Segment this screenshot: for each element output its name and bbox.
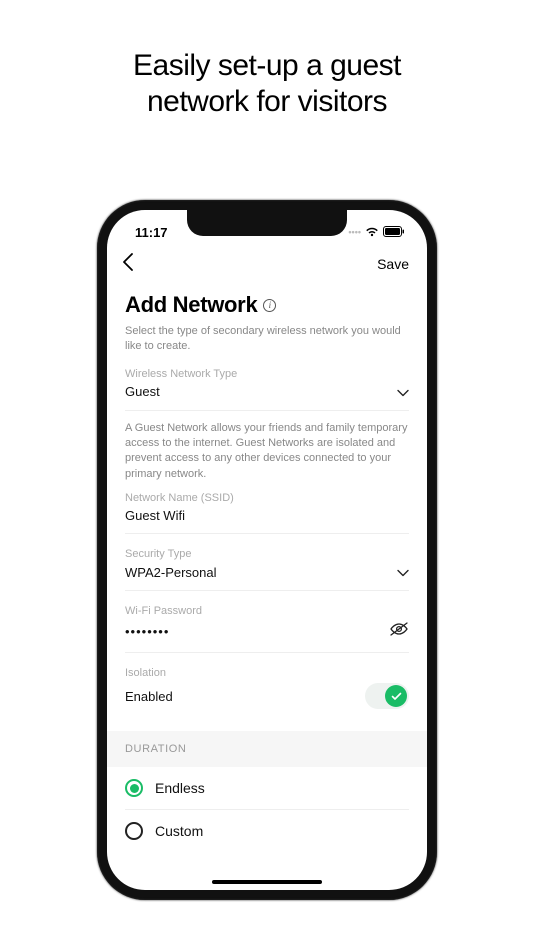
network-type-help: A Guest Network allows your friends and … <box>125 421 409 483</box>
network-type-value: Guest <box>125 384 160 399</box>
security-select[interactable]: WPA2-Personal <box>125 560 409 591</box>
security-label: Security Type <box>125 548 409 560</box>
promo-line-2: network for visitors <box>147 85 387 118</box>
password-input[interactable]: •••••••• <box>125 617 409 653</box>
toggle-knob <box>385 685 407 707</box>
phone-notch <box>187 210 347 236</box>
status-time: 11:17 <box>135 225 168 240</box>
signal-dots-icon: •••• <box>348 227 361 237</box>
back-button[interactable] <box>121 252 135 276</box>
security-value: WPA2-Personal <box>125 565 217 580</box>
duration-header: DURATION <box>107 731 427 767</box>
content: Add Network i Select the type of seconda… <box>107 282 427 852</box>
radio-dot <box>130 784 139 793</box>
isolation-toggle[interactable] <box>365 683 409 709</box>
duration-option-custom[interactable]: Custom <box>125 810 409 852</box>
promo-heading: Easily set-up a guest network for visito… <box>0 0 534 120</box>
chevron-down-icon <box>397 384 409 400</box>
isolation-row: Enabled <box>125 679 409 719</box>
home-indicator[interactable] <box>212 880 322 884</box>
isolation-value: Enabled <box>125 689 173 704</box>
battery-icon <box>383 225 405 240</box>
duration-option-endless[interactable]: Endless <box>125 767 409 810</box>
wifi-icon <box>365 225 379 240</box>
password-masked: •••••••• <box>125 624 169 639</box>
isolation-label: Isolation <box>125 667 409 679</box>
promo-line-1: Easily set-up a guest <box>133 49 401 82</box>
phone-frame: 11:17 •••• Save Add Network i Sel <box>97 200 437 900</box>
radio-unselected-icon <box>125 822 143 840</box>
info-icon[interactable]: i <box>263 299 276 312</box>
password-label: Wi-Fi Password <box>125 605 409 617</box>
ssid-label: Network Name (SSID) <box>125 492 409 504</box>
nav-bar: Save <box>107 246 427 282</box>
duration-endless-label: Endless <box>155 780 205 796</box>
status-right: •••• <box>348 225 405 240</box>
eye-off-icon[interactable] <box>389 621 409 642</box>
phone-screen: 11:17 •••• Save Add Network i Sel <box>107 210 427 890</box>
page-subtitle: Select the type of secondary wireless ne… <box>125 324 409 354</box>
ssid-input[interactable]: Guest Wifi <box>125 504 409 534</box>
radio-selected-icon <box>125 779 143 797</box>
page-title: Add Network <box>125 292 257 318</box>
network-type-select[interactable]: Guest <box>125 380 409 411</box>
page-title-row: Add Network i <box>125 292 409 318</box>
save-button[interactable]: Save <box>377 256 409 272</box>
duration-custom-label: Custom <box>155 823 203 839</box>
ssid-value: Guest Wifi <box>125 508 185 523</box>
chevron-down-icon <box>397 564 409 580</box>
network-type-label: Wireless Network Type <box>125 368 409 380</box>
